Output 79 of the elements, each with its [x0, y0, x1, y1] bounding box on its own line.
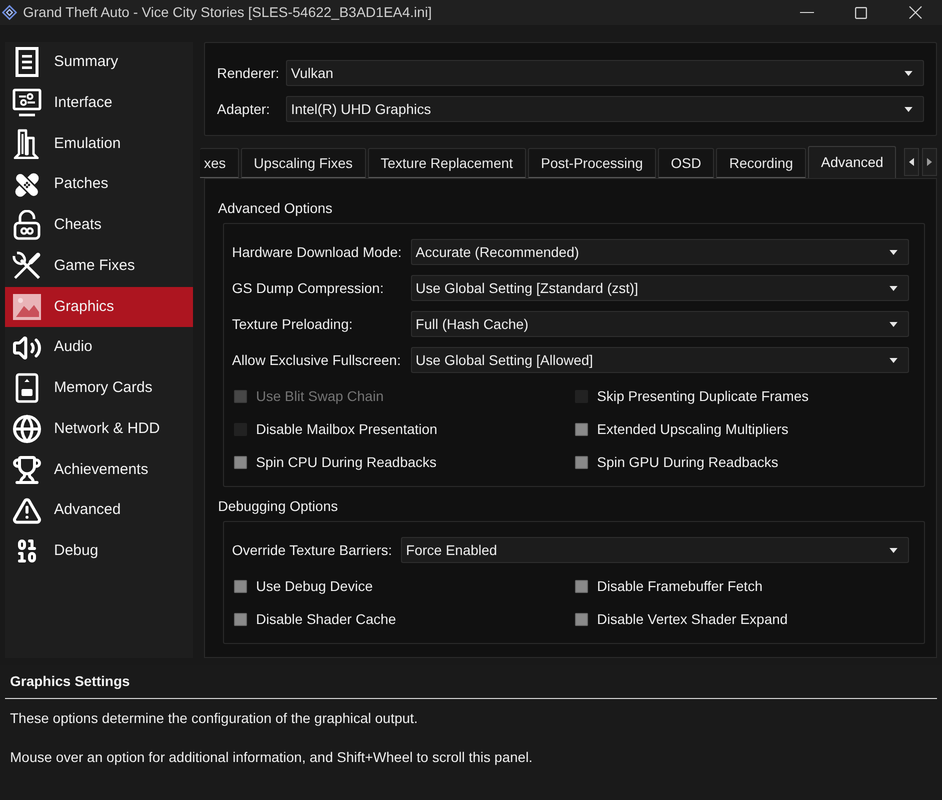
dropdown[interactable]: Force Enabled	[401, 537, 909, 563]
checkbox-label: Spin CPU During Readbacks	[256, 452, 437, 472]
sidebar-item[interactable]: Cheats	[5, 205, 193, 246]
right-triangle-icon	[927, 158, 932, 166]
group-title: Debugging Options	[217, 497, 339, 515]
sidebar-item[interactable]: Achievements	[5, 450, 193, 490]
dropdown[interactable]: Full (Hash Cache)	[410, 311, 909, 337]
sidebar-item[interactable]: Graphics	[5, 286, 193, 328]
setting-label: Override Texture Barriers:	[232, 540, 392, 560]
sidebar-item[interactable]: Network & HDD	[5, 408, 193, 450]
checkbox-label: Use Blit Swap Chain	[256, 386, 384, 406]
checkbox[interactable]	[575, 422, 588, 436]
setting-label: Texture Preloading:	[232, 314, 354, 334]
checkbox-label: Skip Presenting Duplicate Frames	[597, 386, 809, 406]
checkbox-label: Disable Vertex Shader Expand	[597, 610, 788, 629]
caret-icon	[904, 70, 913, 76]
group-title: Advanced Options	[217, 199, 334, 217]
dropdown[interactable]: Intel(R) UHD Graphics	[286, 96, 924, 122]
dropdown[interactable]: Use Global Setting [Zstandard (zst)]	[410, 275, 909, 301]
checkbox[interactable]	[234, 612, 247, 626]
help-text: Mouse over an option for additional information, and Shift+Wheel to scroll this panel.	[10, 748, 534, 766]
sidebar-item[interactable]: Summary	[5, 42, 193, 83]
help-title: Graphics Settings	[5, 665, 937, 699]
monitor-sliders-icon	[12, 88, 42, 118]
tab[interactable]: Texture Replacement	[368, 148, 526, 178]
tab[interactable]: Post-Processing	[528, 148, 656, 178]
scroll-left-button[interactable]	[904, 148, 919, 176]
dropdown[interactable]: Accurate (Recommended)	[410, 239, 909, 265]
globe-icon	[12, 414, 42, 444]
caret-icon	[889, 250, 898, 254]
checkbox-label: Use Debug Device	[256, 576, 373, 596]
sidebar-item[interactable]: Patches	[5, 164, 193, 205]
checkbox[interactable]	[575, 612, 588, 626]
sidebar-item[interactable]: Game Fixes	[5, 246, 193, 286]
checkbox[interactable]	[575, 456, 588, 468]
setting-label: Adapter:	[217, 100, 271, 119]
wrench-screwdriver-icon	[12, 251, 42, 282]
checkbox-label: Disable Framebuffer Fetch	[597, 576, 762, 596]
dropdown[interactable]: Vulkan	[286, 60, 924, 86]
caret-icon	[904, 106, 913, 112]
setting-label: Renderer:	[217, 64, 280, 82]
checkbox[interactable]	[234, 580, 247, 592]
checkbox[interactable]	[575, 580, 588, 592]
app-logo-icon	[2, 5, 17, 20]
window-title: Grand Theft Auto - Vice City Stories [SLES-54622_B3AD1EA4.ini]	[23, 3, 432, 22]
tab[interactable]: Upscaling Fixes	[240, 148, 366, 178]
caret-icon	[889, 548, 898, 552]
left-triangle-icon	[909, 158, 914, 166]
tab[interactable]: xes	[200, 148, 239, 178]
tab[interactable]: Recording	[716, 148, 806, 178]
checkbox[interactable]	[234, 456, 247, 468]
setting-label: Allow Exclusive Fullscreen:	[232, 350, 402, 370]
scroll-right-button[interactable]	[922, 148, 937, 176]
maximize-icon	[855, 6, 867, 18]
sidebar-item[interactable]: Emulation	[5, 124, 193, 164]
caret-icon	[889, 358, 898, 362]
checkbox-label: Spin GPU During Readbacks	[597, 452, 778, 472]
checkbox-label: Extended Upscaling Multipliers	[597, 420, 788, 439]
close-icon	[908, 6, 922, 19]
sidebar-item[interactable]: Debug	[5, 531, 193, 572]
caret-icon	[889, 286, 898, 290]
sidebar-item[interactable]: Memory Cards	[5, 368, 193, 409]
setting-label: GS Dump Compression:	[232, 278, 385, 298]
tab[interactable]: Advanced	[808, 146, 896, 178]
help-text: These options determine the configuration of the graphical output.	[10, 709, 419, 727]
minimize-icon	[800, 12, 814, 13]
checkbox-label: Disable Shader Cache	[256, 610, 396, 628]
warning-icon	[12, 496, 42, 526]
trophy-icon	[12, 454, 42, 485]
sidebar-item[interactable]: Advanced	[5, 490, 193, 531]
image-icon	[12, 292, 42, 322]
padlock-icon	[12, 210, 42, 240]
caret-icon	[889, 322, 898, 326]
sidebar-item[interactable]: Interface	[5, 82, 193, 124]
tab[interactable]: OSD	[658, 148, 714, 178]
checkbox-label: Disable Mailbox Presentation	[256, 420, 438, 438]
sidebar-item[interactable]: Audio	[5, 327, 193, 368]
dropdown[interactable]: Use Global Setting [Allowed]	[410, 347, 909, 373]
setting-label: Hardware Download Mode:	[232, 242, 402, 262]
